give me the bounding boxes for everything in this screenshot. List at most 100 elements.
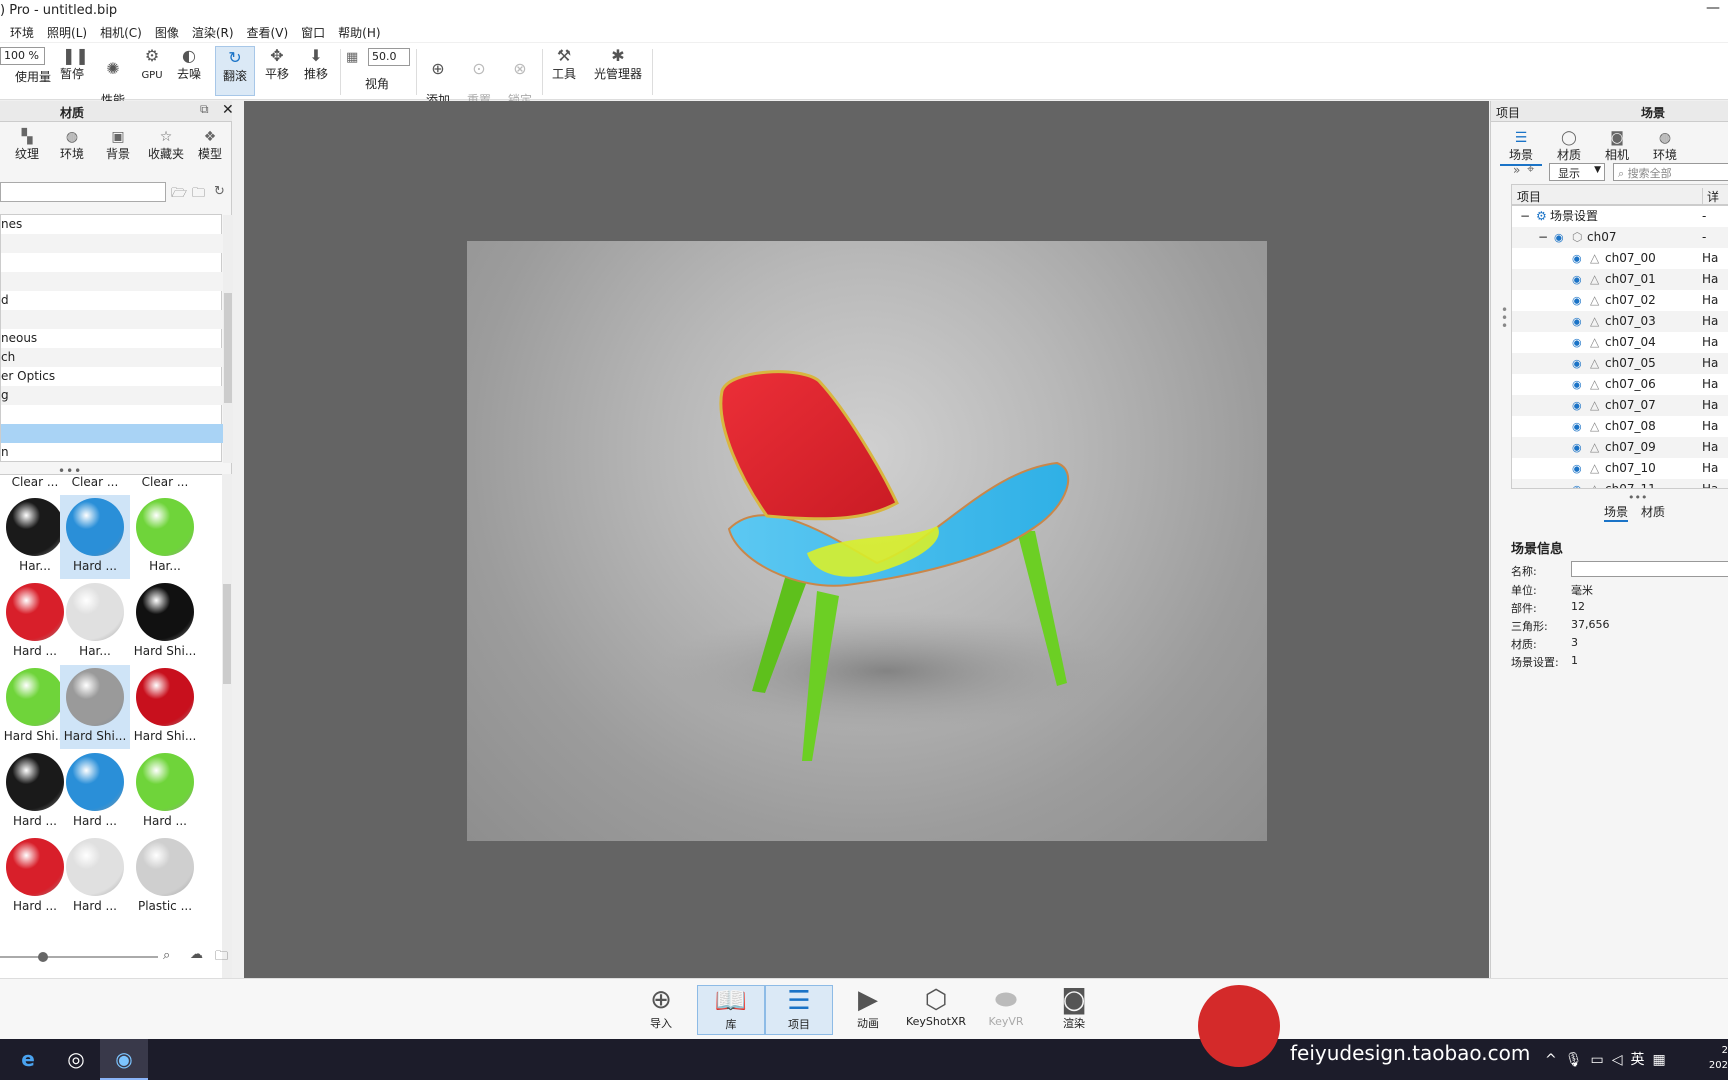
eye-icon[interactable]: ◉	[1572, 248, 1582, 269]
collapse-icon[interactable]: −	[1520, 206, 1530, 227]
tree-item[interactable]	[1, 253, 223, 272]
menu-camera[interactable]: 相机(C)	[100, 24, 142, 41]
menu-render[interactable]: 渲染(R)	[192, 24, 234, 41]
side-dots-handle[interactable]: • • •	[1501, 304, 1508, 332]
tab-environments[interactable]: ◍ 环境	[52, 129, 92, 162]
ime-indicator[interactable]: 英	[1631, 1052, 1653, 1068]
pause-button[interactable]: ❚❚ 暂停	[58, 47, 89, 81]
eye-icon[interactable]: ◉	[1572, 269, 1582, 290]
tree-item[interactable]: nes	[1, 215, 223, 234]
fov-input[interactable]: 50.0	[368, 48, 410, 66]
material-thumbnail[interactable]: Plastic ...	[130, 835, 200, 919]
tree-row-scene-settings[interactable]: − ⚙ 场景设置 -	[1512, 206, 1728, 227]
pan-button[interactable]: ✥ 平移	[264, 47, 290, 81]
eye-icon[interactable]: ◉	[1572, 332, 1582, 353]
eye-icon[interactable]: ◉	[1572, 353, 1582, 374]
eye-icon[interactable]: ◉	[1572, 479, 1582, 488]
animation-button[interactable]: ▶ 动画	[840, 985, 896, 1035]
tree-row-part[interactable]: ◉ △ ch07_11 Ha	[1512, 479, 1728, 488]
project-button[interactable]: ☰ 项目	[765, 985, 833, 1035]
eye-icon[interactable]: ◉	[1572, 395, 1582, 416]
denoise-button[interactable]: ◐ 去噪	[176, 47, 202, 81]
folder-icon[interactable]: 🗀	[215, 947, 228, 969]
library-button[interactable]: 📖 库	[697, 985, 765, 1035]
tab-backplates[interactable]: ▣ 背景	[98, 129, 138, 162]
tree-item[interactable]: n	[1, 443, 223, 462]
tools-button[interactable]: ⚒ 工具	[551, 47, 577, 81]
material-thumbnail[interactable]: Clear ...	[60, 475, 130, 495]
eye-icon[interactable]: ◉	[1572, 416, 1582, 437]
tree-row-model[interactable]: − ◉ ⬡ ch07 -	[1512, 227, 1728, 248]
menu-help[interactable]: 帮助(H)	[338, 24, 380, 41]
library-search-input[interactable]	[0, 182, 166, 202]
tab-textures[interactable]: ▚ 纹理	[7, 129, 47, 162]
tab-materials[interactable]: ◯ 材质	[1548, 130, 1590, 163]
gpu-button[interactable]: ⚙ GPU	[140, 47, 164, 82]
tree-row-part[interactable]: ◉ △ ch07_06 Ha	[1512, 374, 1728, 395]
tree-row-part[interactable]: ◉ △ ch07_00 Ha	[1512, 248, 1728, 269]
upload-cloud-icon[interactable]: ☁	[190, 947, 203, 962]
tree-item-selected[interactable]	[1, 424, 223, 443]
material-thumbnail[interactable]: Hard ...	[60, 495, 130, 579]
keyvr-button[interactable]: ⬬ KeyVR	[978, 985, 1034, 1035]
menu-window[interactable]: 窗口	[301, 24, 325, 41]
material-thumbnail[interactable]: Har...	[60, 580, 130, 664]
mic-icon[interactable]: 🎙	[1565, 1052, 1591, 1068]
material-thumbnail[interactable]: Hard Shi...	[130, 580, 200, 664]
tab-favorites[interactable]: ☆ 收藏夹	[144, 129, 188, 162]
tab-models[interactable]: ❖ 模型	[190, 129, 230, 162]
eye-icon[interactable]: ◉	[1572, 290, 1582, 311]
eye-icon[interactable]: ◉	[1554, 227, 1564, 248]
tumble-button[interactable]: ↻ 翻滚	[215, 46, 255, 96]
edge-browser-icon[interactable]: e	[4, 1039, 52, 1080]
render-button[interactable]: ◙ 渲染	[1046, 985, 1102, 1035]
dolly-button[interactable]: ⬇ 推移	[303, 47, 329, 81]
material-thumbnail[interactable]: Clear ...	[130, 475, 200, 495]
float-panel-icon[interactable]: ⧉	[200, 102, 209, 117]
material-thumbnail[interactable]: Hard ...	[60, 750, 130, 834]
column-item[interactable]: 项目	[1517, 188, 1541, 205]
tree-item[interactable]: er Optics	[1, 367, 223, 386]
expand-arrows-icon[interactable]: »	[1513, 163, 1520, 177]
bottom-tab-scene[interactable]: 场景	[1604, 503, 1629, 522]
chevron-up-icon[interactable]: ^	[1545, 1052, 1565, 1068]
tree-item[interactable]	[1, 234, 223, 253]
tree-row-part[interactable]: ◉ △ ch07_02 Ha	[1512, 290, 1728, 311]
material-thumbnail[interactable]: Hard ...	[60, 835, 130, 919]
zoom-select[interactable]: 100 %	[0, 47, 45, 65]
tab-cameras[interactable]: ◙ 相机	[1596, 130, 1638, 163]
tree-row-part[interactable]: ◉ △ ch07_04 Ha	[1512, 332, 1728, 353]
tree-scrollbar[interactable]	[223, 215, 233, 463]
scene-search-input[interactable]: ⌕ 搜索全部	[1613, 163, 1728, 181]
volume-icon[interactable]: ◁	[1612, 1052, 1631, 1068]
tree-item[interactable]: g	[1, 386, 223, 405]
material-thumbnail[interactable]: Hard Shi...	[130, 665, 200, 749]
tree-row-part[interactable]: ◉ △ ch07_10 Ha	[1512, 458, 1728, 479]
display-select[interactable]: 显示 ▼	[1549, 163, 1605, 181]
usage-button[interactable]: 使用量	[2, 71, 52, 84]
menu-lighting[interactable]: 照明(L)	[47, 24, 87, 41]
network-icon[interactable]: ▭	[1591, 1052, 1612, 1068]
zoom-icon[interactable]: ⌕	[163, 948, 170, 963]
tree-row-part[interactable]: ◉ △ ch07_05 Ha	[1512, 353, 1728, 374]
tree-row-part[interactable]: ◉ △ ch07_09 Ha	[1512, 437, 1728, 458]
close-icon[interactable]: ✕	[222, 102, 234, 118]
keyboard-icon[interactable]: ▦	[1653, 1052, 1674, 1068]
eye-icon[interactable]: ◉	[1572, 437, 1582, 458]
tree-row-part[interactable]: ◉ △ ch07_08 Ha	[1512, 416, 1728, 437]
tree-row-part[interactable]: ◉ △ ch07_07 Ha	[1512, 395, 1728, 416]
eye-icon[interactable]: ◉	[1572, 458, 1582, 479]
filter-icon[interactable]: ⌖	[1527, 162, 1534, 177]
import-button[interactable]: ⊕ 导入	[633, 985, 689, 1035]
tree-item[interactable]: neous	[1, 329, 223, 348]
tree-item[interactable]	[1, 272, 223, 291]
material-thumbnail[interactable]: Hard Shi...	[60, 665, 130, 749]
column-detail[interactable]: 详	[1702, 188, 1719, 205]
folder-open-icon[interactable]: 🗁	[171, 184, 187, 206]
tree-item[interactable]	[1, 310, 223, 329]
tree-item[interactable]: ch	[1, 348, 223, 367]
bottom-tab-material[interactable]: 材质	[1641, 503, 1665, 520]
menu-environment[interactable]: 环境	[10, 24, 34, 41]
eye-icon[interactable]: ◉	[1572, 311, 1582, 332]
tree-row-part[interactable]: ◉ △ ch07_01 Ha	[1512, 269, 1728, 290]
